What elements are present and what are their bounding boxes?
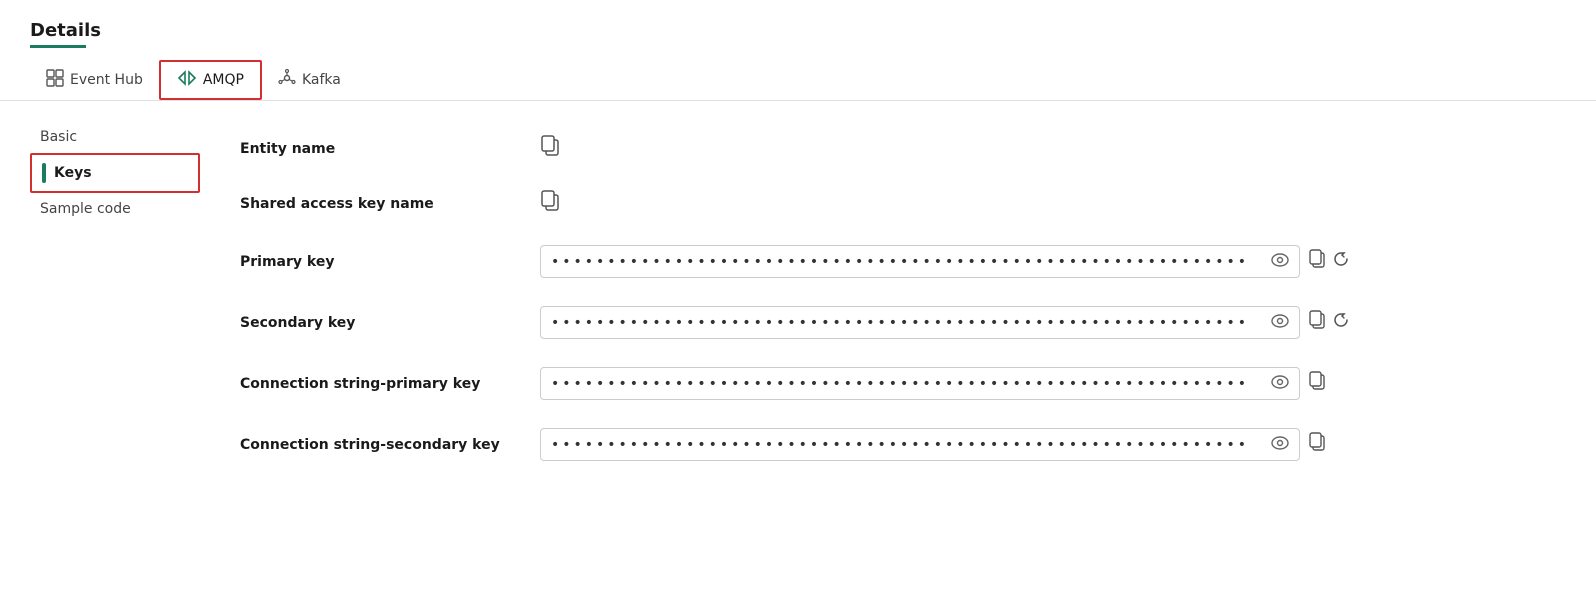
connection-string-secondary-dots: ••••••••••••••••••••••••••••••••••••••••… xyxy=(551,437,1263,453)
amqp-icon xyxy=(177,70,197,90)
right-panel: Entity name Shared access key name xyxy=(200,111,1596,613)
connection-string-primary-eye-icon[interactable] xyxy=(1271,374,1289,393)
connection-string-primary-label: Connection string-primary key xyxy=(240,376,520,392)
sidebar-item-keys[interactable]: Keys xyxy=(30,153,200,193)
entity-name-copy-icon[interactable] xyxy=(540,135,560,162)
connection-string-secondary-input-box: ••••••••••••••••••••••••••••••••••••••••… xyxy=(540,428,1300,461)
sidebar-item-sample-code[interactable]: Sample code xyxy=(30,193,200,225)
primary-key-actions xyxy=(1308,249,1350,274)
shared-access-key-value-area xyxy=(540,190,1536,217)
secondary-key-actions xyxy=(1308,310,1350,335)
shared-access-key-name-label: Shared access key name xyxy=(240,196,520,212)
main-content: Basic Keys Sample code Entity name xyxy=(0,101,1596,613)
field-row-shared-access-key-name: Shared access key name xyxy=(240,176,1536,231)
secondary-key-label: Secondary key xyxy=(240,315,520,331)
secondary-key-copy-icon[interactable] xyxy=(1308,310,1326,335)
tab-kafka-label: Kafka xyxy=(302,72,341,88)
sidebar-item-basic-label: Basic xyxy=(40,129,77,145)
primary-key-eye-icon[interactable] xyxy=(1271,252,1289,271)
page-title: Details xyxy=(0,20,1596,45)
primary-key-value-area: ••••••••••••••••••••••••••••••••••••••••… xyxy=(540,245,1536,278)
tabs-row: Event Hub AMQP xyxy=(0,60,1596,101)
secondary-key-eye-icon[interactable] xyxy=(1271,313,1289,332)
field-row-primary-key: Primary key ••••••••••••••••••••••••••••… xyxy=(240,231,1536,292)
field-row-connection-string-primary: Connection string-primary key ••••••••••… xyxy=(240,353,1536,414)
secondary-key-refresh-icon[interactable] xyxy=(1332,311,1350,334)
active-indicator xyxy=(42,163,46,183)
primary-key-dots: ••••••••••••••••••••••••••••••••••••••••… xyxy=(551,254,1263,270)
connection-string-primary-copy-icon[interactable] xyxy=(1308,371,1326,396)
tab-amqp-label: AMQP xyxy=(203,72,244,88)
connection-string-secondary-value-area: ••••••••••••••••••••••••••••••••••••••••… xyxy=(540,428,1536,461)
sidebar-item-basic[interactable]: Basic xyxy=(30,121,200,153)
field-row-entity-name: Entity name xyxy=(240,121,1536,176)
connection-string-primary-dots: ••••••••••••••••••••••••••••••••••••••••… xyxy=(551,376,1263,392)
connection-string-primary-value-area: ••••••••••••••••••••••••••••••••••••••••… xyxy=(540,367,1536,400)
sidebar: Basic Keys Sample code xyxy=(0,111,200,613)
connection-string-secondary-label: Connection string-secondary key xyxy=(240,437,520,453)
primary-key-refresh-icon[interactable] xyxy=(1332,250,1350,273)
secondary-key-value-area: ••••••••••••••••••••••••••••••••••••••••… xyxy=(540,306,1536,339)
shared-access-key-copy-icon[interactable] xyxy=(540,190,560,217)
field-row-secondary-key: Secondary key ••••••••••••••••••••••••••… xyxy=(240,292,1536,353)
connection-string-primary-actions xyxy=(1308,371,1326,396)
primary-key-label: Primary key xyxy=(240,254,520,270)
secondary-key-dots: ••••••••••••••••••••••••••••••••••••••••… xyxy=(551,315,1263,331)
connection-string-primary-input-box: ••••••••••••••••••••••••••••••••••••••••… xyxy=(540,367,1300,400)
connection-string-secondary-eye-icon[interactable] xyxy=(1271,435,1289,454)
connection-string-secondary-actions xyxy=(1308,432,1326,457)
connection-string-secondary-copy-icon[interactable] xyxy=(1308,432,1326,457)
sidebar-item-keys-label: Keys xyxy=(54,165,92,181)
title-underline xyxy=(30,45,86,48)
secondary-key-input-box: ••••••••••••••••••••••••••••••••••••••••… xyxy=(540,306,1300,339)
field-row-connection-string-secondary: Connection string-secondary key ••••••••… xyxy=(240,414,1536,475)
tab-event-hub-label: Event Hub xyxy=(70,72,143,88)
sidebar-item-sample-code-label: Sample code xyxy=(40,201,131,217)
page-container: Details Event Hub AMQP xyxy=(0,0,1596,613)
kafka-icon xyxy=(278,69,296,91)
tab-amqp[interactable]: AMQP xyxy=(159,60,262,100)
entity-name-value-area xyxy=(540,135,1536,162)
entity-name-label: Entity name xyxy=(240,141,520,157)
event-hub-icon xyxy=(46,69,64,91)
tab-event-hub[interactable]: Event Hub xyxy=(30,61,159,99)
primary-key-copy-icon[interactable] xyxy=(1308,249,1326,274)
tab-kafka[interactable]: Kafka xyxy=(262,61,357,99)
primary-key-input-box: ••••••••••••••••••••••••••••••••••••••••… xyxy=(540,245,1300,278)
